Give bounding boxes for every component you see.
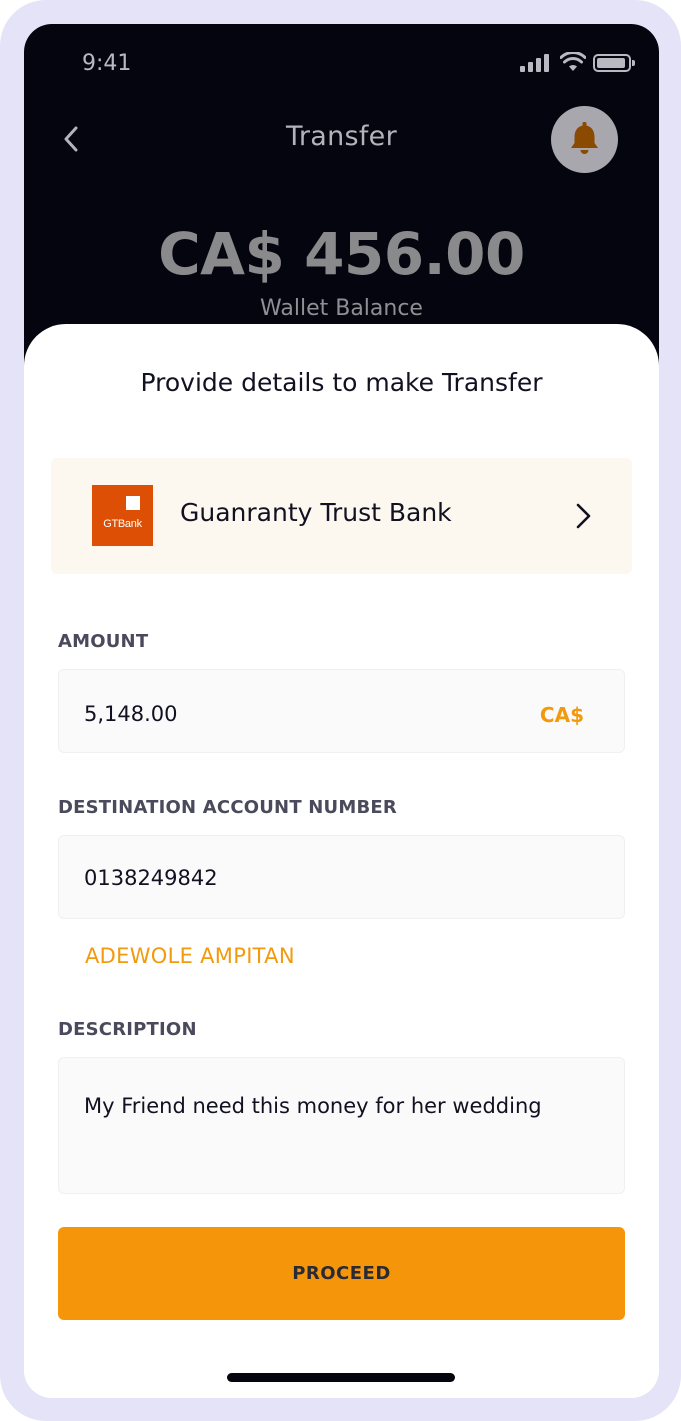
- signal-icon: [520, 54, 550, 72]
- account-number-input[interactable]: 0138249842: [58, 835, 625, 919]
- bank-name: Guanranty Trust Bank: [180, 498, 452, 527]
- status-time: 9:41: [82, 51, 132, 76]
- bank-logo-text: GTBank: [103, 518, 142, 530]
- account-number-value: 0138249842: [84, 866, 218, 890]
- bell-icon: [571, 122, 598, 154]
- resolved-account-name: ADEWOLE AMPITAN: [85, 944, 295, 968]
- device-frame: 9:41 Transfer CA$ 456.00 Wallet Balance …: [0, 0, 681, 1421]
- wallet-balance-label: Wallet Balance: [260, 296, 423, 321]
- transfer-form-sheet: Provide details to make Transfer GTBank …: [24, 324, 659, 1398]
- chevron-right-icon: [576, 503, 591, 529]
- currency-code: CA$: [539, 703, 584, 727]
- proceed-button[interactable]: PROCEED: [58, 1227, 625, 1320]
- description-value: My Friend need this money for her weddin…: [84, 1094, 542, 1118]
- phone-screen: 9:41 Transfer CA$ 456.00 Wallet Balance …: [24, 24, 659, 1398]
- destination-account-label: DESTINATION ACCOUNT NUMBER: [58, 797, 397, 818]
- bank-selector[interactable]: GTBank Guanranty Trust Bank: [51, 458, 632, 574]
- home-indicator: [227, 1373, 455, 1382]
- battery-icon: [593, 54, 635, 72]
- gtbank-logo: GTBank: [92, 485, 153, 546]
- wifi-icon: [560, 52, 586, 71]
- description-input[interactable]: My Friend need this money for her weddin…: [58, 1057, 625, 1194]
- amount-label: AMOUNT: [58, 631, 149, 652]
- wallet-balance-amount: CA$ 456.00: [158, 220, 525, 288]
- description-label: DESCRIPTION: [58, 1019, 197, 1040]
- proceed-button-label: PROCEED: [292, 1263, 391, 1284]
- amount-value: 5,148.00: [84, 702, 178, 726]
- amount-input[interactable]: 5,148.00 CA$: [58, 669, 625, 753]
- notification-button[interactable]: [551, 106, 618, 173]
- status-icons: [513, 52, 635, 76]
- form-title: Provide details to make Transfer: [140, 368, 543, 397]
